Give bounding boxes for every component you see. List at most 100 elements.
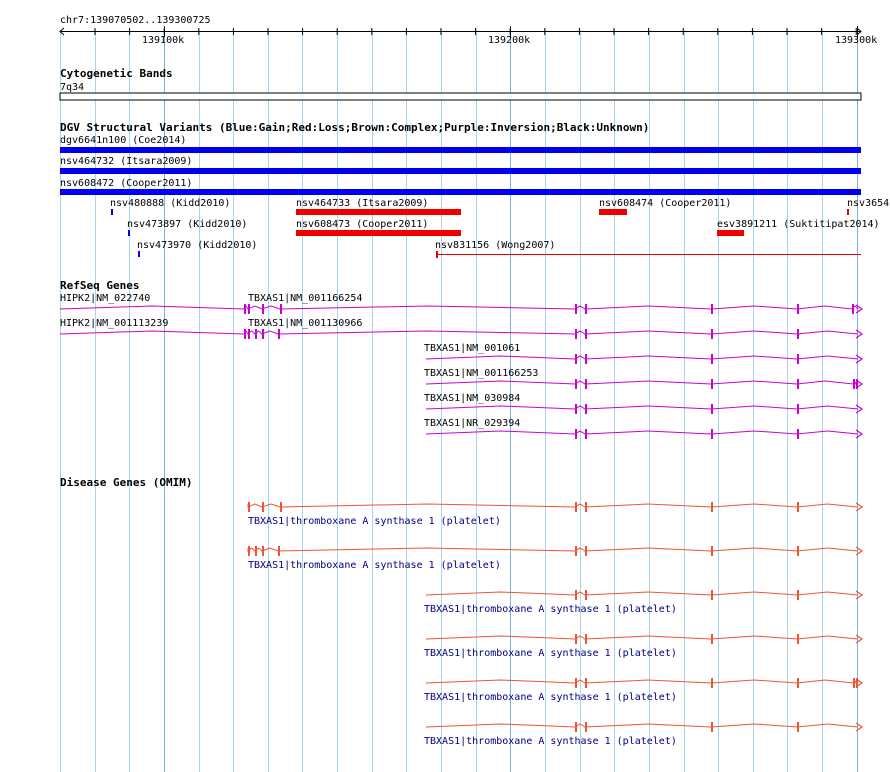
dgv-feature-label[interactable]: nsv36542	[847, 198, 890, 209]
refseq-gene-exon	[585, 329, 587, 339]
dgv-feature-label[interactable]: nsv608473 (Cooper2011)	[296, 219, 428, 230]
omim-gene-label[interactable]: TBXAS1|thromboxane A synthase 1 (platele…	[424, 648, 677, 659]
refseq-gene-exon	[248, 304, 250, 314]
omim-gene-label[interactable]: TBXAS1|thromboxane A synthase 1 (platele…	[424, 692, 677, 703]
refseq-gene-intron	[425, 379, 859, 386]
omim-gene-exon	[711, 634, 713, 644]
omim-gene-exon	[585, 546, 587, 556]
dgv-loss-mark	[436, 251, 438, 258]
refseq-gene-exon	[585, 379, 587, 389]
refseq-gene-exon	[585, 404, 587, 414]
refseq-gene-exon	[278, 329, 280, 339]
refseq-gene-exon	[575, 404, 577, 414]
refseq-gene-exon	[262, 304, 264, 314]
refseq-gene-intron	[59, 305, 859, 310]
refseq-gene-label[interactable]: TBXAS1|NM_030984	[424, 393, 520, 404]
refseq-gene-strand-arrow	[855, 304, 864, 314]
track-title-omim[interactable]: Disease Genes (OMIM)	[60, 477, 192, 489]
omim-gene-exon	[585, 678, 587, 688]
dgv-loss-bar	[296, 230, 461, 236]
dgv-gain-mark	[128, 230, 130, 236]
dgv-gain-bar	[60, 168, 861, 174]
ruler-tick-label: 139200k	[488, 35, 531, 46]
omim-gene-label[interactable]: TBXAS1|thromboxane A synthase 1 (platele…	[424, 736, 677, 747]
refseq-gene-label[interactable]: HIPK2|NM_001113239	[60, 318, 168, 329]
refseq-gene-label[interactable]: TBXAS1|NM_001130966	[248, 318, 362, 329]
dgv-feature-label[interactable]: esv3891211 (Suktitipat2014)	[717, 219, 880, 230]
dgv-feature-label[interactable]: nsv608472 (Cooper2011)	[60, 178, 192, 189]
refseq-gene-exon	[853, 379, 855, 389]
refseq-gene-label[interactable]: TBXAS1|NM_001061	[424, 343, 520, 354]
refseq-gene-label[interactable]: TBXAS1|NM_001166253	[424, 368, 538, 379]
omim-gene-exon	[797, 678, 799, 688]
omim-gene-exon	[280, 502, 282, 512]
omim-gene-exon	[711, 590, 713, 600]
omim-gene-label[interactable]: TBXAS1|thromboxane A synthase 1 (platele…	[248, 560, 501, 571]
dgv-loss-bar	[296, 209, 461, 215]
dgv-feature-label[interactable]: nsv464733 (Itsara2009)	[296, 198, 428, 209]
omim-gene-exon	[797, 590, 799, 600]
refseq-gene-exon	[575, 379, 577, 389]
refseq-gene-exon	[244, 304, 246, 314]
dgv-loss-mark	[847, 209, 849, 215]
refseq-gene-exon	[797, 304, 799, 314]
dgv-gain-bar	[60, 189, 861, 195]
dgv-feature-label[interactable]: nsv608474 (Cooper2011)	[599, 198, 731, 209]
refseq-gene-label[interactable]: TBXAS1|NR_029394	[424, 418, 520, 429]
omim-gene-exon	[278, 546, 280, 556]
omim-gene-exon	[575, 502, 577, 512]
dgv-feature-label[interactable]: nsv473970 (Kidd2010)	[137, 240, 257, 251]
refseq-gene-intron	[425, 430, 859, 435]
omim-gene-exon	[585, 502, 587, 512]
refseq-gene-exon	[711, 304, 713, 314]
omim-gene-exon	[853, 678, 855, 688]
omim-gene-exon	[585, 590, 587, 600]
refseq-gene-exon	[255, 329, 257, 339]
refseq-gene-exon	[797, 404, 799, 414]
omim-gene-exon	[797, 502, 799, 512]
omim-gene-exon	[575, 722, 577, 732]
omim-gene-exon	[711, 678, 713, 688]
omim-gene-label[interactable]: TBXAS1|thromboxane A synthase 1 (platele…	[424, 604, 677, 615]
omim-gene-exon	[255, 546, 257, 556]
omim-gene-exon	[585, 634, 587, 644]
refseq-gene-exon	[575, 329, 577, 339]
omim-gene-label[interactable]: TBXAS1|thromboxane A synthase 1 (platele…	[248, 516, 501, 527]
dgv-feature-label[interactable]: nsv473897 (Kidd2010)	[127, 219, 247, 230]
track-title-cytoband[interactable]: Cytogenetic Bands	[60, 68, 173, 80]
omim-gene-exon	[711, 722, 713, 732]
refseq-gene-intron	[59, 330, 859, 335]
dgv-feature-label[interactable]: dgv6641n100 (Coe2014)	[60, 135, 186, 146]
omim-gene-exon	[797, 546, 799, 556]
refseq-gene-exon	[585, 429, 587, 439]
refseq-gene-label[interactable]: HIPK2|NM_022740	[60, 293, 150, 304]
dgv-feature-label[interactable]: nsv464732 (Itsara2009)	[60, 156, 192, 167]
dgv-loss-bar	[599, 209, 627, 215]
refseq-gene-label[interactable]: TBXAS1|NM_001166254	[248, 293, 362, 304]
refseq-gene-exon	[711, 329, 713, 339]
dgv-feature-label[interactable]: nsv480888 (Kidd2010)	[110, 198, 230, 209]
refseq-gene-exon	[575, 429, 577, 439]
omim-gene-intron	[425, 635, 859, 640]
refseq-gene-exon	[797, 429, 799, 439]
refseq-gene-exon	[711, 354, 713, 364]
refseq-gene-exon	[262, 329, 264, 339]
omim-gene-exon	[797, 634, 799, 644]
omim-gene-exon	[575, 546, 577, 556]
omim-gene-intron	[425, 678, 859, 685]
ruler-tick-label: 139100k	[142, 35, 185, 46]
refseq-gene-intron	[425, 405, 859, 410]
track-title-dgv[interactable]: DGV Structural Variants (Blue:Gain;Red:L…	[60, 122, 649, 134]
track-title-refseq[interactable]: RefSeq Genes	[60, 280, 139, 292]
refseq-gene-exon	[585, 304, 587, 314]
omim-gene-exon	[575, 634, 577, 644]
dgv-gain-bar	[60, 147, 861, 153]
dgv-loss-bar	[717, 230, 744, 236]
omim-gene-intron	[425, 591, 859, 596]
cytoband-label: 7q34	[60, 82, 85, 93]
omim-gene-exon	[575, 590, 577, 600]
dgv-feature-label[interactable]: nsv831156 (Wong2007)	[435, 240, 555, 251]
refseq-gene-exon	[711, 404, 713, 414]
refseq-gene-exon	[797, 379, 799, 389]
refseq-gene-exon	[797, 354, 799, 364]
